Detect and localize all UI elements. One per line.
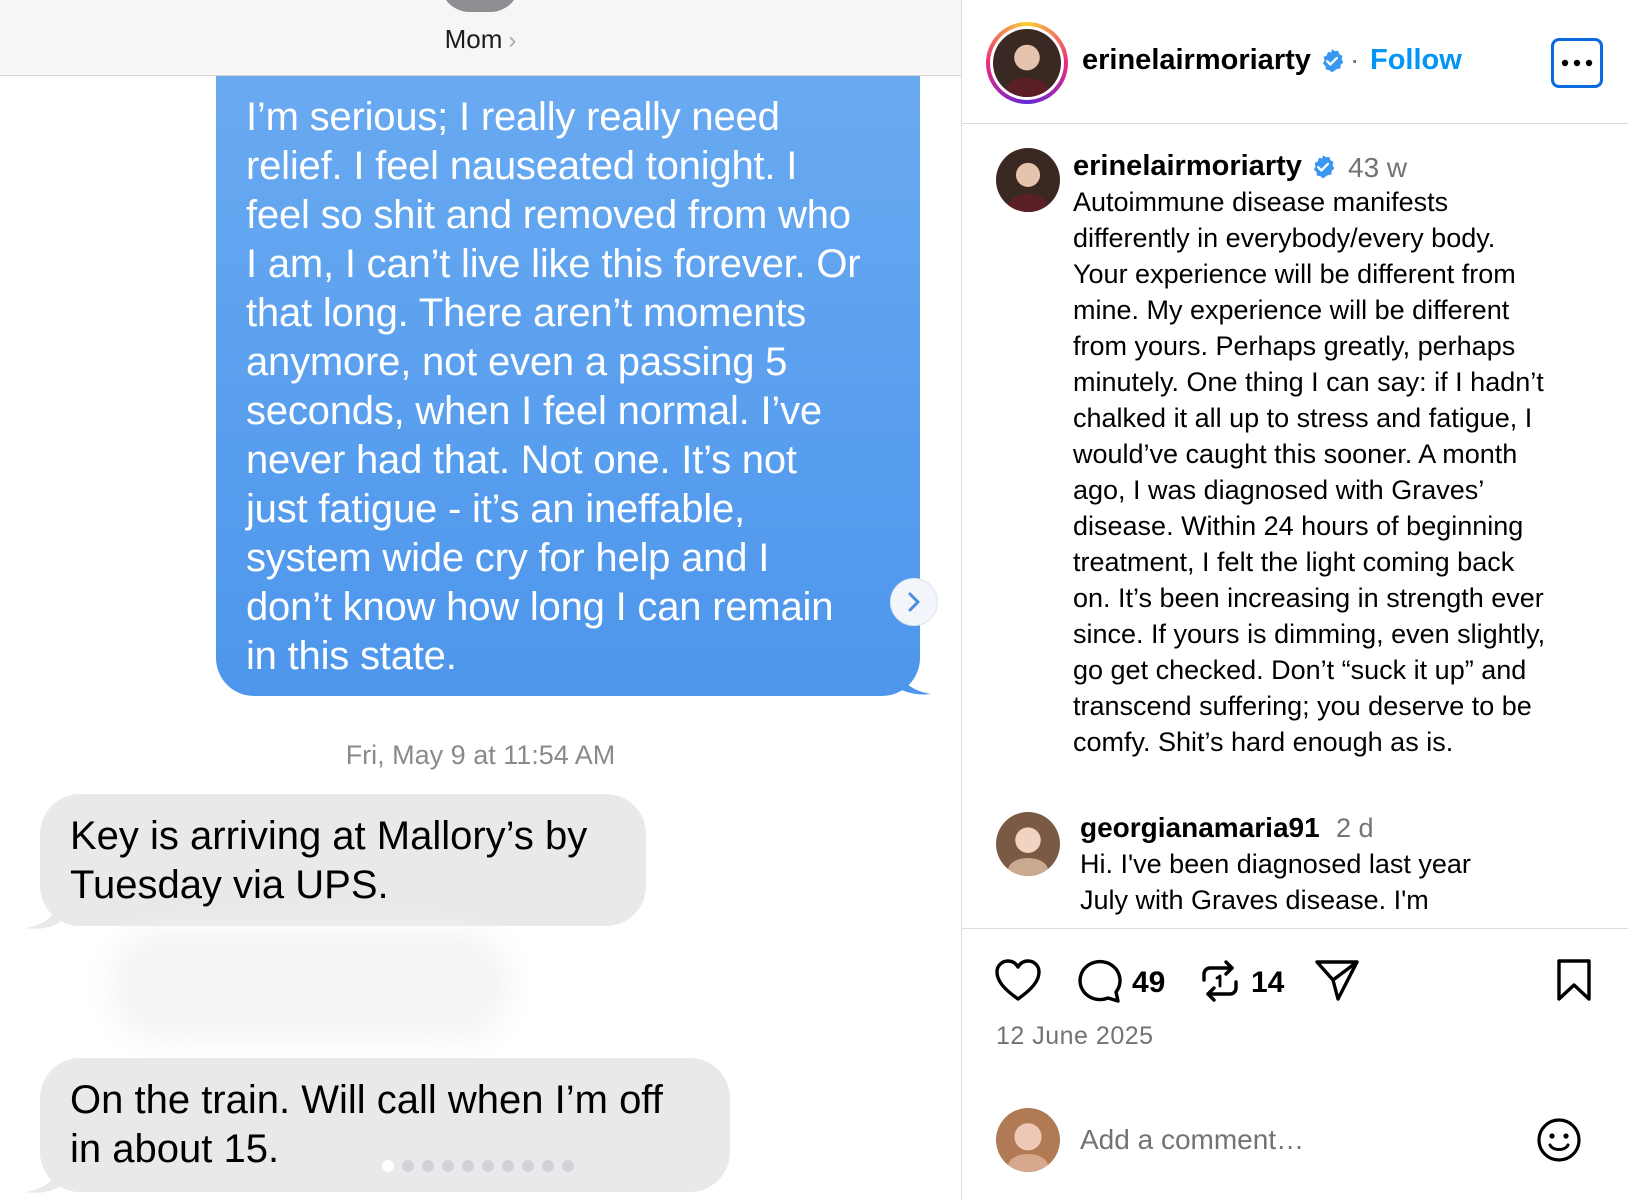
current-user-avatar [996,1108,1060,1172]
divider [962,928,1628,929]
comment-time[interactable]: 2 d [1336,813,1374,844]
contact-name-row[interactable]: Mom › [0,24,961,55]
verified-icon [1322,49,1344,73]
sent-message-text: I’m serious; I really really need relief… [246,95,861,678]
commenter-avatar[interactable] [996,812,1060,876]
comment-text: Hi. I've been diagnosed last year July w… [1080,849,1471,915]
avatar-image [996,148,1060,212]
page-dot[interactable] [502,1160,514,1172]
post-date[interactable]: 12 June 2025 [996,1022,1154,1051]
caption-text: Autoimmune disease manifests differently… [1073,187,1546,757]
forward-button[interactable] [890,578,938,626]
conversation-header[interactable]: Mom › [0,0,961,76]
page-indicator[interactable] [382,1160,574,1172]
avatar-frame [990,26,1064,100]
contact-name[interactable]: Mom [445,24,503,54]
caption-time[interactable]: 43 w [1348,152,1407,184]
comment-icon [1078,959,1122,1003]
more-icon [1561,59,1593,67]
page-dot[interactable] [522,1160,534,1172]
emoji-button[interactable] [1535,1116,1583,1169]
comment-list: georgianamaria91 2 d Hi. I've been diagn… [962,800,1628,928]
save-button[interactable] [1555,958,1593,1002]
page-dot[interactable] [382,1160,394,1172]
avatar-image [996,1108,1060,1172]
verified-icon [1313,155,1335,179]
comment-count: 49 [1132,966,1166,999]
comment-username[interactable]: georgianamaria91 [1080,812,1320,844]
profile-avatar[interactable] [986,22,1068,104]
page-dot[interactable] [422,1160,434,1172]
post-header: erinelairmoriarty · Follow [962,0,1628,124]
chevron-right-icon: › [508,27,517,54]
page-dot[interactable] [402,1160,414,1172]
bubble-tail [26,900,60,929]
bubble-tail [26,1164,60,1193]
message-timestamp: Fri, May 9 at 11:54 AM [345,740,616,770]
heart-icon [995,959,1041,1001]
separator-dot: · [1350,44,1360,75]
page-dot[interactable] [442,1160,454,1172]
page-dot[interactable] [562,1160,574,1172]
emoji-icon [1537,1118,1581,1162]
username-row: erinelairmoriarty [1082,44,1345,77]
like-button[interactable] [994,958,1042,1002]
follow-button[interactable]: Follow [1370,44,1462,77]
contact-avatar[interactable] [440,0,520,12]
avatar-image [996,812,1060,876]
blurred-content [110,930,510,1040]
share-button[interactable] [1314,958,1360,1002]
share-icon [1315,960,1359,1001]
instagram-post-panel: erinelairmoriarty · Follow erinelairmori… [962,0,1628,1200]
page-dot[interactable] [462,1160,474,1172]
caption-username-row: erinelairmoriarty [1073,150,1336,183]
repost-icon [1202,960,1238,1002]
bookmark-icon [1557,959,1591,1001]
bubble-tail [895,660,931,695]
sent-message-bubble[interactable]: I’m serious; I really really need relief… [216,76,920,696]
username-link[interactable]: erinelairmoriarty [1082,44,1311,76]
caption-username[interactable]: erinelairmoriarty [1073,150,1302,182]
avatar-image [993,29,1061,97]
repost-count: 14 [1251,966,1285,999]
comment-input[interactable] [1080,1118,1500,1162]
caption-avatar[interactable] [996,148,1060,212]
more-options-button[interactable] [1551,38,1603,88]
chevron-right-icon [908,592,920,612]
received-message-bubble[interactable]: Key is arriving at Mallory’s by Tuesday … [40,794,646,926]
repost-button[interactable] [1198,958,1242,1004]
messages-conversation: Mom › I’m serious; I really really need r… [0,0,961,1200]
page-dot[interactable] [542,1160,554,1172]
page-dot[interactable] [482,1160,494,1172]
comment-button[interactable] [1074,958,1122,1004]
